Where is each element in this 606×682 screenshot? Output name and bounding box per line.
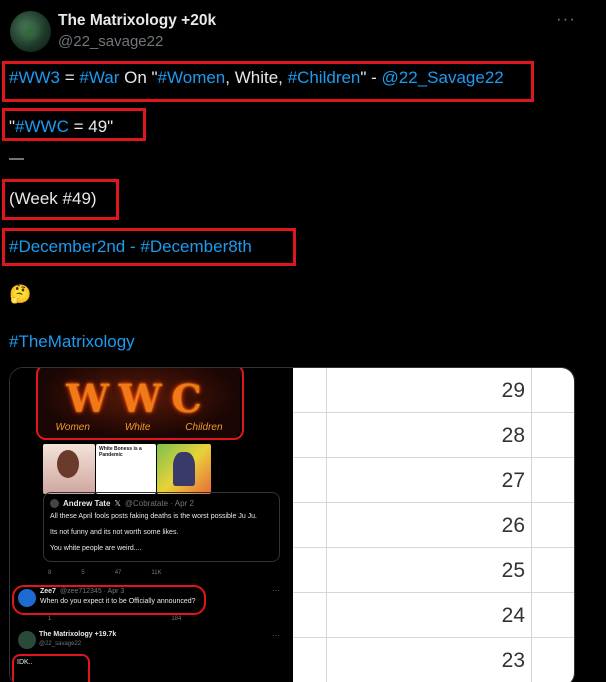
quoted-text-3: You white people are weird.... [50, 545, 142, 552]
highlight-box [2, 179, 119, 220]
highlight-box [36, 368, 244, 440]
media-image[interactable]: WWC Women White Children White Boness is… [9, 367, 575, 682]
action-bar: 8 5 47 11K [48, 570, 162, 576]
sheet-row: 27 [293, 458, 574, 503]
quoted-text-2: Its not funny and its not worth some lik… [50, 529, 179, 536]
sheet-cell-empty [293, 548, 327, 592]
highlight-box [2, 61, 534, 102]
user-handle[interactable]: @22_savage22 [58, 33, 163, 50]
sheet-cell-empty [293, 503, 327, 547]
more-icon: ··· [272, 586, 280, 595]
display-name[interactable]: The Matrixology +20k [58, 12, 216, 30]
sheet-cell-empty [293, 368, 327, 412]
like-count: 47 [114, 570, 122, 576]
sheet-row: 25 [293, 548, 574, 593]
sheet-cell: 25 [327, 548, 532, 592]
tweet-line-7: #TheMatrixology [9, 332, 135, 352]
sheet-cell: 23 [327, 638, 532, 682]
avatar [18, 631, 36, 649]
highlight-box [2, 108, 146, 141]
sheet-cell-empty [293, 638, 327, 682]
action-bar: 1 184 [48, 616, 181, 622]
avatar [50, 499, 59, 509]
reply-count: 1 [48, 616, 52, 622]
sheet-cell: 27 [327, 458, 532, 502]
media-left-screenshot: WWC Women White Children White Boness is… [10, 368, 293, 682]
thumb-rainbow [157, 444, 211, 494]
reply-name: The Matrixology +19.7k [39, 631, 117, 638]
sheet-cell-empty [293, 593, 327, 637]
quoted-handle: @Cobratate · Apr 2 [124, 499, 194, 508]
retweet-count: 5 [81, 570, 85, 576]
media-right-spreadsheet: 29 28 27 26 25 24 23 [293, 368, 574, 682]
thumb-caption: White Boness is a Pandemic [99, 446, 142, 458]
sheet-cell: 24 [327, 593, 532, 637]
sheet-row: 26 [293, 503, 574, 548]
hashtag-thematrixology[interactable]: #TheMatrixology [9, 332, 135, 351]
quoted-text-1: All these April fools posts faking death… [50, 513, 257, 520]
avatar[interactable] [10, 11, 51, 52]
quoted-tweet-card: Andrew Tate 𝕏 @Cobratate · Apr 2 All these… [43, 492, 280, 562]
more-icon: ··· [272, 631, 280, 640]
sheet-row: 28 [293, 413, 574, 458]
reply-count: 8 [48, 570, 52, 576]
sheet-cell-empty [293, 458, 327, 502]
sheet-row: 24 [293, 593, 574, 638]
sheet-row: 29 [293, 368, 574, 413]
sheet-row: 23 [293, 638, 574, 682]
more-icon[interactable]: ··· [556, 9, 576, 29]
highlight-box [12, 654, 90, 682]
thinking-emoji-icon: 🤔 [9, 284, 32, 304]
view-count: 184 [171, 616, 182, 622]
tweet-line-3: — [9, 150, 24, 167]
verified-badge-icon: 𝕏 [114, 499, 121, 508]
sheet-cell: 29 [327, 368, 532, 412]
thumb-photo [43, 444, 95, 494]
sheet-cell: 28 [327, 413, 532, 457]
reply-handle: @22_savage22 [39, 641, 82, 647]
highlight-box [2, 228, 296, 266]
quoted-name: Andrew Tate [63, 499, 111, 508]
highlight-box [12, 585, 206, 615]
sheet-cell-empty [293, 413, 327, 457]
sheet-cell: 26 [327, 503, 532, 547]
view-count: 11K [151, 570, 162, 576]
thumb-text-image: White Boness is a Pandemic [96, 444, 156, 494]
quoted-tweet-header: Andrew Tate 𝕏 @Cobratate · Apr 2 [50, 499, 194, 509]
